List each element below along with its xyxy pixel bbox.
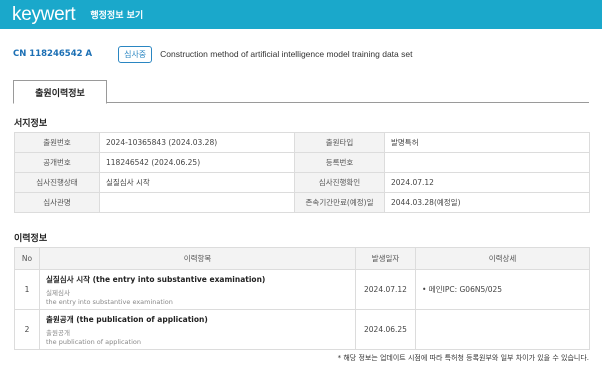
field-value: 2024-10365843 (2024.03.28): [99, 132, 295, 153]
app-logo[interactable]: keywert: [12, 4, 76, 26]
history-item-title: 출원공개 (the publication of application): [46, 314, 208, 324]
table-row: 심사관명 존속기간만료(예정)일 2044.03.28(예정일): [14, 192, 590, 213]
field-label: 등록번호: [294, 152, 385, 173]
field-value: 2044.03.28(예정일): [384, 192, 590, 213]
column-header-detail: 이력상세: [415, 247, 590, 270]
bibliographic-table: 출원번호 2024-10365843 (2024.03.28) 출원타입 발명특…: [14, 132, 590, 213]
app-header: keywert 행정정보 보기: [0, 0, 602, 29]
field-value: 2024.07.12: [384, 172, 590, 193]
patent-summary: CN 118246542 A 심사중 Construction method o…: [13, 44, 589, 64]
history-item-subtitle-en: the publication of application: [46, 337, 141, 346]
header-title: 행정정보 보기: [90, 11, 144, 21]
history-detail: [415, 309, 590, 350]
field-label: 존속기간만료(예정)일: [294, 192, 385, 213]
row-number: 1: [14, 269, 40, 310]
history-date: 2024.07.12: [355, 269, 416, 310]
history-item-subtitle-en: the entry into substantive examination: [46, 297, 173, 306]
history-item-subtitle-ko: 출원공개: [46, 328, 70, 337]
history-table: No 이력항목 발생일자 이력상세 1 실질심사 시작 (the entry i…: [14, 247, 590, 350]
history-item-title: 실질심사 시작 (the entry into substantive exam…: [46, 274, 266, 284]
table-row: 2 출원공개 (the publication of application) …: [14, 309, 590, 350]
patent-title: Construction method of artificial intell…: [160, 49, 413, 59]
table-row: 공개번호 118246542 (2024.06.25) 등록번호: [14, 152, 590, 173]
field-value: [99, 192, 295, 213]
column-header-date: 발생일자: [355, 247, 416, 270]
field-value: 118246542 (2024.06.25): [99, 152, 295, 173]
bibliographic-section-title: 서지정보: [14, 119, 48, 129]
field-label: 심사진행상태: [14, 172, 100, 193]
table-row: 출원번호 2024-10365843 (2024.03.28) 출원타입 발명특…: [14, 132, 590, 153]
field-label: 출원타입: [294, 132, 385, 153]
column-header-no: No: [14, 247, 40, 270]
field-value: 발명특허: [384, 132, 590, 153]
field-value: 실질심사 시작: [99, 172, 295, 193]
field-label: 심사관명: [14, 192, 100, 213]
field-label: 심사진행확인: [294, 172, 385, 193]
table-row: 심사진행상태 실질심사 시작 심사진행확인 2024.07.12: [14, 172, 590, 193]
row-number: 2: [14, 309, 40, 350]
footnote: * 해당 정보는 업데이트 시점에 따라 특허청 등록원부와 일부 차이가 있을…: [337, 354, 589, 362]
status-badge: 심사중: [118, 45, 153, 63]
history-item-subtitle-ko: 실제심사: [46, 288, 70, 297]
history-item: 실질심사 시작 (the entry into substantive exam…: [39, 269, 356, 310]
field-label: 출원번호: [14, 132, 100, 153]
field-label: 공개번호: [14, 152, 100, 173]
field-value: [384, 152, 590, 173]
table-header-row: No 이력항목 발생일자 이력상세: [14, 247, 590, 270]
tab-application-history[interactable]: 출원이력정보: [13, 80, 107, 104]
patent-number: CN 118246542 A: [13, 49, 93, 59]
column-header-item: 이력항목: [39, 247, 356, 270]
history-item: 출원공개 (the publication of application) 출원…: [39, 309, 356, 350]
history-date: 2024.06.25: [355, 309, 416, 350]
history-section-title: 이력정보: [14, 234, 48, 244]
table-row: 1 실질심사 시작 (the entry into substantive ex…: [14, 269, 590, 310]
history-detail: • 메인IPC: G06N5/025: [415, 269, 590, 310]
tab-bar: 출원이력정보: [13, 80, 589, 104]
